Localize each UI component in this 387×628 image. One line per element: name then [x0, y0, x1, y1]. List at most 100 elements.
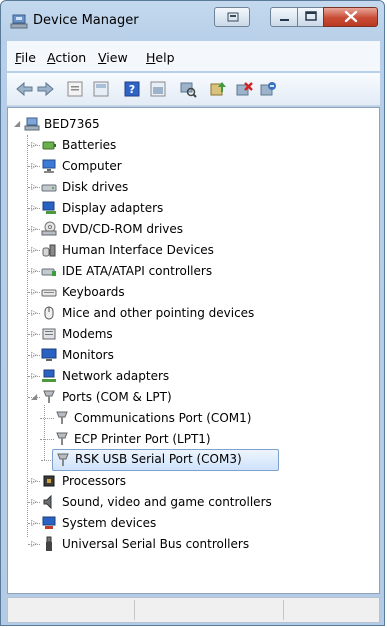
dvd-drive-icon: [41, 221, 57, 236]
tree-item-mice[interactable]: ▷ Mice and other pointing devices: [12, 303, 342, 323]
minimize-icon: [280, 19, 289, 21]
expand-arrow-icon[interactable]: ▷: [31, 141, 39, 149]
computer-icon: [42, 159, 56, 173]
expand-arrow-icon[interactable]: ▷: [31, 183, 39, 191]
expand-arrow-icon[interactable]: ▷: [31, 351, 39, 359]
tree-item-lpt1[interactable]: ECP Printer Port (LPT1): [40, 429, 348, 449]
tree-connector: [40, 418, 54, 419]
uninstall-icon[interactable]: [234, 79, 254, 99]
tree-item-sound[interactable]: ▷ Sound, video and game controllers: [12, 492, 342, 512]
expand-arrow-icon[interactable]: ▷: [31, 540, 39, 548]
close-button[interactable]: [323, 7, 378, 27]
category-label: Mice and other pointing devices: [62, 306, 255, 320]
expand-arrow-icon[interactable]: ▷: [31, 477, 39, 485]
port-icon: [56, 411, 68, 424]
caption-buttons: [270, 7, 378, 27]
svg-text:?: ?: [129, 83, 135, 96]
category-label: IDE ATA/ATAPI controllers: [62, 264, 213, 278]
window-icon: [227, 12, 239, 22]
expand-arrow-icon[interactable]: ▷: [31, 267, 39, 275]
tree-item-usb-controllers[interactable]: ▷ Universal Serial Bus controllers: [12, 534, 342, 554]
category-label: System devices: [62, 516, 157, 530]
category-label: Sound, video and game controllers: [62, 495, 272, 509]
tree-item-ide-controllers[interactable]: ▷ IDE ATA/ATAPI controllers: [12, 261, 312, 281]
keyboard-icon: [41, 289, 57, 297]
tree-item-com1[interactable]: Communications Port (COM1): [40, 408, 348, 428]
display-adapter-icon: [42, 201, 56, 214]
maximize-button[interactable]: [297, 7, 324, 27]
ide-controller-icon: [41, 268, 56, 276]
tree-item-batteries[interactable]: ▷ Batteries: [12, 135, 312, 155]
forward-icon[interactable]: [35, 79, 55, 99]
expand-arrow-icon[interactable]: ▷: [31, 498, 39, 506]
tree-item-computer[interactable]: ▷ Computer: [12, 156, 312, 176]
category-label: Keyboards: [62, 285, 125, 299]
menu-help[interactable]: Help: [146, 50, 175, 65]
maximize-icon: [305, 11, 317, 21]
update-driver-icon[interactable]: [208, 79, 228, 99]
collapse-arrow-icon[interactable]: ◢: [14, 120, 22, 128]
tree-item-network-adapters[interactable]: ▷ Network adapters: [12, 366, 312, 386]
tree-item-ports[interactable]: ◢ Ports (COM & LPT): [12, 387, 312, 407]
show-hide-icon[interactable]: [91, 79, 111, 99]
device-view-icon[interactable]: [148, 79, 168, 99]
expand-arrow-icon[interactable]: ▷: [31, 288, 39, 296]
expand-arrow-icon[interactable]: ▷: [31, 246, 39, 254]
menu-file[interactable]: File: [15, 50, 36, 65]
scan-hardware-icon[interactable]: [178, 79, 198, 99]
category-label: Processors: [62, 474, 127, 488]
menu-action[interactable]: Action: [47, 50, 86, 65]
category-label: DVD/CD-ROM drives: [62, 222, 184, 236]
tree-item-monitors[interactable]: ▷ Monitors: [12, 345, 312, 365]
tree-item-human-interface-devices[interactable]: ▷ Human Interface Devices: [12, 240, 312, 260]
expand-arrow-icon[interactable]: ▷: [31, 330, 39, 338]
tree-item-system-devices[interactable]: ▷ System devices: [12, 513, 312, 533]
monitor-icon: [41, 348, 57, 361]
port-label: ECP Printer Port (LPT1): [74, 432, 211, 446]
tree-item-modems[interactable]: ▷ Modems: [12, 324, 312, 344]
expand-arrow-icon[interactable]: ▷: [31, 372, 39, 380]
category-label: Universal Serial Bus controllers: [62, 537, 250, 551]
category-label: Computer: [62, 159, 122, 173]
tree-item-disk-drives[interactable]: ▷ Disk drives: [12, 177, 312, 197]
tree-item-dvd-drives[interactable]: ▷ DVD/CD-ROM drives: [12, 219, 312, 239]
title-bar[interactable]: Device Manager: [1, 1, 384, 41]
expand-arrow-icon[interactable]: ▷: [31, 309, 39, 317]
processor-icon: [43, 475, 55, 487]
properties-icon[interactable]: [65, 79, 85, 99]
minimize-button[interactable]: [270, 7, 298, 27]
status-divider: [134, 600, 135, 620]
tree-item-display-adapters[interactable]: ▷ Display adapters: [12, 198, 312, 218]
tree-connector: [41, 460, 53, 461]
device-tree[interactable]: ◢ BED7365 ▷ Batteries ▷ Computer ▷ Disk …: [7, 107, 380, 594]
category-label: Display adapters: [62, 201, 164, 215]
tree-item-processors[interactable]: ▷ Processors: [12, 471, 312, 491]
expand-arrow-icon[interactable]: ▷: [31, 519, 39, 527]
port-icon: [57, 453, 69, 466]
expand-arrow-icon[interactable]: ▷: [31, 162, 39, 170]
network-adapter-icon: [42, 369, 56, 382]
category-label: Ports (COM & LPT): [62, 390, 172, 404]
window-extra-button[interactable]: [214, 7, 250, 27]
disable-icon[interactable]: [258, 79, 278, 99]
collapse-arrow-icon[interactable]: ◢: [31, 393, 39, 401]
expand-arrow-icon[interactable]: ▷: [31, 225, 39, 233]
disk-drive-icon: [41, 184, 57, 192]
expand-arrow-icon[interactable]: ▷: [31, 204, 39, 212]
tree-root[interactable]: ◢ BED7365: [12, 114, 212, 134]
device-manager-window: Device Manager File Action View Help ? ◢…: [0, 0, 385, 626]
modem-icon: [42, 328, 56, 340]
status-bar: [7, 597, 380, 623]
window-title: Device Manager: [33, 13, 139, 28]
system-devices-icon: [42, 516, 56, 529]
tree-connector: [44, 405, 45, 460]
back-icon[interactable]: [15, 79, 35, 99]
tree-item-com3-selected[interactable]: RSK USB Serial Port (COM3): [41, 449, 279, 471]
hid-icon: [42, 244, 56, 257]
battery-icon: [42, 141, 56, 150]
tree-item-keyboards[interactable]: ▷ Keyboards: [12, 282, 312, 302]
menu-bar: File Action View Help: [7, 41, 380, 71]
port-icon: [43, 390, 55, 403]
help-icon[interactable]: ?: [122, 79, 142, 99]
menu-view[interactable]: View: [98, 50, 128, 65]
